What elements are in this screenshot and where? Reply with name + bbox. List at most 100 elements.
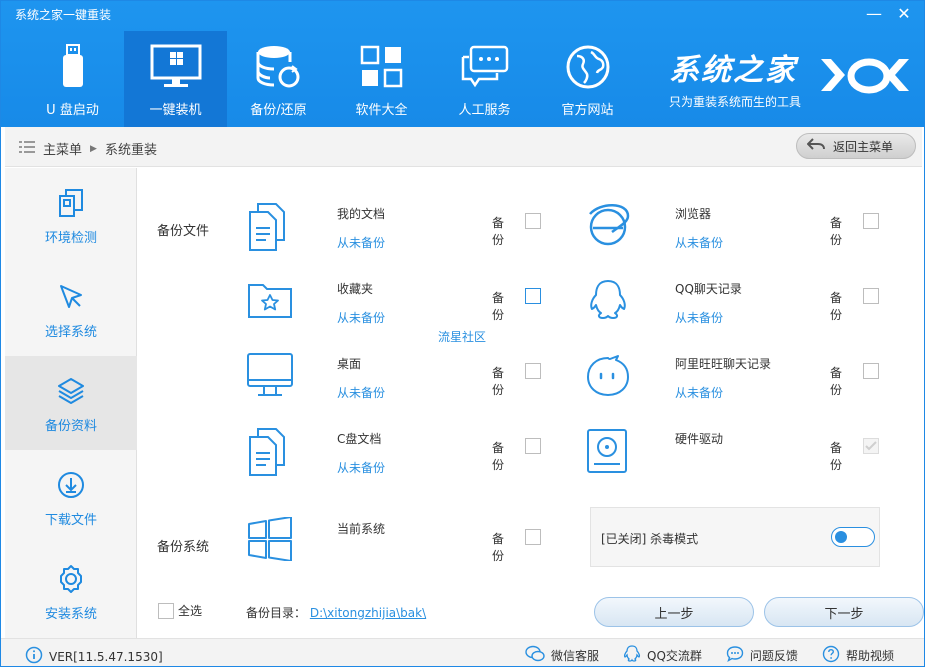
sidebar-item-select-system[interactable]: 选择系统 xyxy=(5,262,137,356)
menu-list-icon xyxy=(19,140,35,157)
sidebar-item-environment-check[interactable]: 环境检测 xyxy=(5,168,137,262)
item-status: 从未备份 xyxy=(337,386,386,400)
backup-checkbox-hardware-drivers[interactable] xyxy=(863,438,879,454)
footer-link-help-video[interactable]: 帮助视频 xyxy=(822,645,894,666)
item-status: 从未备份 xyxy=(337,311,386,325)
hardware-driver-icon xyxy=(584,427,632,475)
item-backup-label: 备份 xyxy=(492,216,505,247)
breadcrumb-root[interactable]: 主菜单 xyxy=(43,139,82,158)
apps-grid-icon xyxy=(356,41,408,93)
footer-link-wechat[interactable]: 微信客服 xyxy=(525,645,599,666)
prev-step-button[interactable]: 上一步 xyxy=(594,597,754,627)
nav-label: 一键装机 xyxy=(149,103,202,118)
nav-manual-service[interactable]: 人工服务 xyxy=(433,31,536,127)
backup-directory: 备份目录： D:\xitongzhijia\bak\ xyxy=(246,604,426,621)
nav-one-click-install[interactable]: 一键装机 xyxy=(124,31,227,127)
backup-checkbox-current-system[interactable] xyxy=(525,529,541,545)
sidebar-label: 下载文件 xyxy=(44,512,97,528)
item-status: 从未备份 xyxy=(675,236,724,250)
item-title: 阿里旺旺聊天记录 xyxy=(675,357,772,371)
nav-software[interactable]: 软件大全 xyxy=(330,31,433,127)
back-to-main-menu-button[interactable]: 返回主菜单 xyxy=(796,133,916,159)
download-icon xyxy=(53,467,89,503)
item-title: 我的文档 xyxy=(337,207,386,221)
documents-icon xyxy=(246,202,294,251)
globe-icon xyxy=(562,41,614,93)
item-title: C盘文档 xyxy=(337,432,382,446)
backup-checkbox-qq[interactable] xyxy=(863,288,879,304)
version-info: VER[11.5.47.1530] xyxy=(25,646,163,666)
watermark-text: 流星社区 xyxy=(438,330,487,344)
footer-link-label: 问题反馈 xyxy=(749,649,798,663)
antivirus-mode-label: [已关闭] 杀毒模式 xyxy=(601,532,699,546)
chat-icon xyxy=(459,41,511,93)
select-all-checkbox[interactable] xyxy=(158,602,174,619)
footer-link-qq-group[interactable]: QQ交流群 xyxy=(623,645,702,666)
help-icon xyxy=(822,645,840,666)
window-controls: — ✕ xyxy=(862,3,916,25)
item-backup-label: 备份 xyxy=(830,441,843,472)
item-title: 浏览器 xyxy=(675,207,712,221)
item-status: 从未备份 xyxy=(675,311,724,325)
close-button[interactable]: ✕ xyxy=(892,3,916,25)
footer-link-feedback[interactable]: 问题反馈 xyxy=(726,645,798,666)
item-title: 收藏夹 xyxy=(337,282,374,296)
qq-penguin-icon xyxy=(584,277,632,325)
backup-directory-link[interactable]: D:\xitongzhijia\bak\ xyxy=(310,606,426,620)
item-backup-label: 备份 xyxy=(830,366,843,397)
nav-usb-boot[interactable]: U 盘启动 xyxy=(21,31,124,127)
item-title: 当前系统 xyxy=(337,522,386,536)
sidebar-label: 选择系统 xyxy=(44,324,97,340)
back-arrow-icon xyxy=(806,137,825,156)
sidebar-label: 环境检测 xyxy=(44,230,97,246)
version-label: VER[11.5.47.1530] xyxy=(49,649,163,664)
footer-link-label: 帮助视频 xyxy=(845,649,894,663)
backup-checkbox-my-documents[interactable] xyxy=(525,213,541,229)
breadcrumb-current: 系统重装 xyxy=(104,143,157,158)
sidebar-label: 安装系统 xyxy=(44,606,97,622)
sidebar-item-install-system[interactable]: 安装系统 xyxy=(5,544,137,638)
feedback-icon xyxy=(726,645,744,666)
toggle-knob xyxy=(835,531,847,543)
nav-label: 官方网站 xyxy=(561,103,614,118)
windows-logo-icon xyxy=(246,516,294,565)
antivirus-mode-toggle[interactable] xyxy=(831,527,875,547)
environment-check-icon xyxy=(53,185,89,221)
cursor-icon xyxy=(53,279,89,315)
gear-icon xyxy=(53,561,89,597)
backup-directory-label: 备份目录： xyxy=(246,606,307,620)
item-backup-label: 备份 xyxy=(830,291,843,322)
nav-label: 软件大全 xyxy=(355,103,408,118)
nav-official-site[interactable]: 官方网站 xyxy=(536,31,639,127)
backup-checkbox-browser[interactable] xyxy=(863,213,879,229)
brand: 系统之家 只为重装系统而生的工具 xyxy=(669,45,801,110)
breadcrumb-bar: 主菜单 ▶ 系统重装 返回主菜单 xyxy=(5,127,922,167)
qq-icon xyxy=(623,645,641,666)
nav-backup-restore[interactable]: 备份/还原 xyxy=(227,31,330,127)
item-backup-label: 备份 xyxy=(830,216,843,247)
antivirus-mode-panel: [已关闭] 杀毒模式 xyxy=(590,507,880,567)
item-title: QQ聊天记录 xyxy=(675,282,742,296)
item-backup-label: 备份 xyxy=(492,291,505,322)
item-status: 从未备份 xyxy=(337,236,386,250)
back-button-label: 返回主菜单 xyxy=(833,139,894,154)
sidebar-item-backup-data[interactable]: 备份资料 xyxy=(5,356,137,450)
item-backup-label: 备份 xyxy=(492,532,505,563)
sidebar-item-download-files[interactable]: 下载文件 xyxy=(5,450,137,544)
breadcrumb-arrow-icon: ▶ xyxy=(90,143,97,154)
database-restore-icon xyxy=(253,41,305,93)
nav-label: 备份/还原 xyxy=(250,103,307,118)
backup-checkbox-c-drive-docs[interactable] xyxy=(525,438,541,454)
brand-slogan: 只为重装系统而生的工具 xyxy=(669,95,802,109)
monitor-windows-icon xyxy=(150,41,202,93)
backup-checkbox-desktop[interactable] xyxy=(525,363,541,379)
main-panel: 备份文件 备份系统 我的文档 从未备份 备份 浏览器 从未备份 备份 收藏夹 从… xyxy=(138,168,924,638)
backup-checkbox-aliwangwang[interactable] xyxy=(863,363,879,379)
backup-checkbox-favorites[interactable] xyxy=(525,288,541,304)
minimize-button[interactable]: — xyxy=(862,3,886,25)
nav-label: U 盘启动 xyxy=(46,103,99,118)
next-step-button[interactable]: 下一步 xyxy=(764,597,924,627)
footer: VER[11.5.47.1530] 微信客服 QQ交流群 问题反馈 帮助视频 xyxy=(1,638,924,666)
breadcrumb: 主菜单 ▶ 系统重装 xyxy=(19,139,157,158)
item-backup-label: 备份 xyxy=(492,441,505,472)
